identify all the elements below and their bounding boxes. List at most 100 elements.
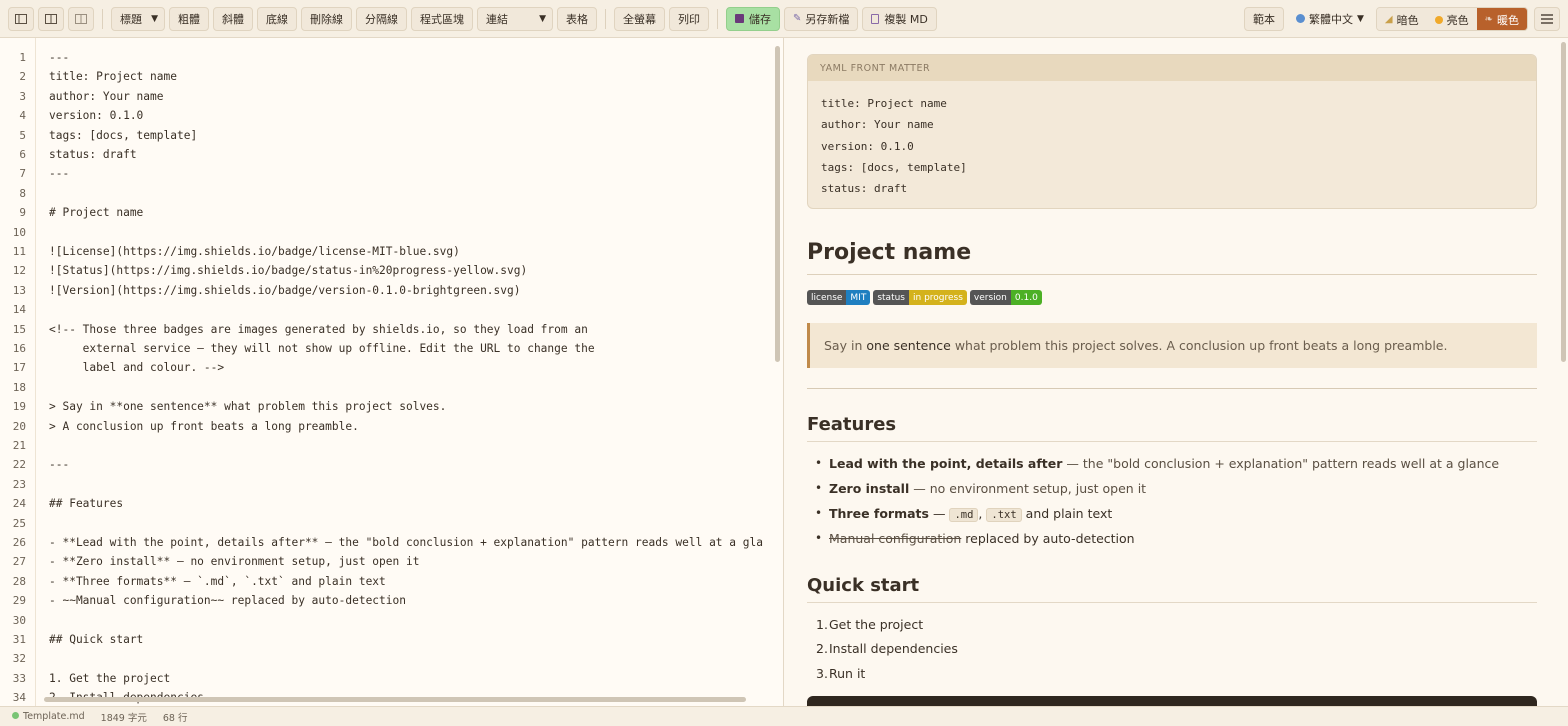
print-button[interactable]: 列印: [669, 6, 709, 31]
theme-warm-button[interactable]: ❧ 暖色: [1476, 7, 1527, 30]
code-line: version: 0.1.0: [49, 109, 144, 123]
features-rule: [807, 441, 1537, 442]
list-item: Zero install — no environment setup, jus…: [829, 481, 1146, 496]
badge-row: license MIT status in progress version 0.1.…: [807, 290, 1042, 305]
copy-md-button[interactable]: 複製 MD: [862, 6, 937, 31]
columns-layout-icon: [75, 13, 87, 24]
code-line: author: Your name: [49, 89, 164, 103]
code-line: ---: [49, 51, 70, 64]
bullet: •: [815, 531, 823, 545]
features-heading: Features: [807, 414, 897, 435]
line-number: 18: [12, 380, 26, 394]
template-button[interactable]: 範本: [1243, 6, 1284, 31]
file-name: Template.md: [23, 711, 85, 722]
code-line: > Say in **one sentence** what problem t…: [49, 400, 447, 414]
code-line: ## Features: [49, 497, 124, 511]
badge-value: in progress: [909, 290, 967, 305]
editor-vertical-scrollbar[interactable]: [775, 46, 780, 362]
theme-light-button[interactable]: 亮色: [1426, 7, 1477, 30]
menu-button[interactable]: [1534, 6, 1560, 31]
theme-warm-label: 暖色: [1497, 13, 1519, 27]
preview-title: Project name: [807, 240, 972, 265]
line-number: 1: [19, 51, 26, 64]
file-status: Template.md: [12, 711, 85, 722]
quickstart-rule: [807, 602, 1537, 603]
line-number: 6: [19, 148, 26, 161]
list-item: Manual configuration replaced by auto-de…: [829, 531, 1135, 546]
list-item-text: replaced by auto-detection: [965, 531, 1135, 546]
quote-text: Say in: [824, 338, 863, 353]
code-line: - **Lead with the point, details after**…: [49, 536, 763, 549]
badge-label: version: [969, 290, 1011, 305]
yaml-line: tags: [docs, template]: [821, 161, 967, 174]
code-line: tags: [docs, template]: [49, 128, 198, 142]
char-count: 1849 字元: [100, 712, 147, 724]
underline-button[interactable]: 底線: [257, 6, 297, 31]
badge-label: status: [873, 290, 909, 305]
list-item-strikethrough: Manual configuration: [829, 531, 962, 546]
toolbar-divider: [717, 8, 718, 29]
code-line: ![Status](https://img.shields.io/badge/s…: [49, 264, 528, 278]
strikethrough-button[interactable]: 刪除線: [301, 6, 352, 31]
floppy-icon: [735, 14, 744, 23]
line-number: 9: [19, 206, 26, 220]
line-number: 21: [12, 439, 26, 452]
line-number: 26: [12, 536, 26, 549]
code-line: ## Quick start: [49, 633, 144, 646]
ordered-list-number: 3.: [816, 666, 828, 681]
layout-split-button[interactable]: [38, 6, 64, 31]
badge-label: license: [807, 290, 847, 305]
chevron-down-icon: ▼: [151, 13, 158, 24]
sidebar-layout-icon: [15, 13, 27, 24]
toolbar-right: 範本 繁體中文 ▼ ◢ 暗色 亮色 ❧ 暖色: [1243, 6, 1560, 31]
save-button[interactable]: 儲存: [726, 6, 780, 31]
theme-dark-button[interactable]: ◢ 暗色: [1376, 7, 1427, 30]
line-number: 4: [19, 109, 26, 123]
horizontal-rule: [807, 388, 1537, 389]
line-number: 20: [12, 419, 26, 433]
code-line: external service — they will not show up…: [49, 342, 595, 355]
line-number: 7: [19, 167, 26, 181]
theme-light-label: 亮色: [1446, 13, 1469, 27]
split-layout-icon: [45, 13, 57, 24]
yaml-line: author: Your name: [821, 118, 934, 131]
code-line: label and colour. -->: [49, 361, 225, 375]
list-item: Lead with the point, details after — the…: [829, 456, 1499, 471]
line-number: 5: [19, 128, 26, 142]
code-line: status: draft: [49, 148, 137, 161]
code-block-button[interactable]: 程式區塊: [411, 6, 473, 31]
line-number: 14: [12, 303, 26, 317]
link-select[interactable]: 連結 ▼: [477, 6, 553, 31]
bold-button[interactable]: 粗體: [169, 6, 209, 31]
line-number: 11: [12, 245, 26, 258]
layout-preview-only-button[interactable]: [68, 6, 94, 31]
table-button[interactable]: 表格: [557, 6, 597, 31]
ordered-list-number: 2.: [816, 641, 828, 656]
language-select[interactable]: 繁體中文 ▼: [1290, 11, 1370, 27]
italic-button[interactable]: 斜體: [213, 6, 253, 31]
editor-horizontal-scrollbar[interactable]: [44, 697, 746, 702]
save-as-button[interactable]: ✎ 另存新檔: [784, 6, 859, 31]
layout-editor-only-button[interactable]: [8, 6, 34, 31]
code-line: # Project name: [49, 206, 144, 220]
ordered-list-item: Install dependencies: [829, 641, 958, 656]
line-number: 30: [12, 613, 26, 627]
divider-button[interactable]: 分隔線: [356, 6, 407, 31]
title-rule: [807, 274, 1537, 275]
yaml-front-matter-box: YAML FRONT MATTER title: Project name au…: [807, 54, 1537, 209]
preview-scrollbar[interactable]: [1561, 42, 1566, 362]
code-line: ![Version](https://img.shields.io/badge/…: [49, 283, 521, 297]
line-number: 16: [12, 342, 26, 355]
list-item: Three formats — .md, .txt and plain text: [829, 506, 1112, 522]
heading-select-label: 標題: [120, 12, 142, 26]
line-number: 15: [12, 322, 26, 336]
bullet: •: [815, 506, 823, 520]
markdown-editor[interactable]: 1 2 3 4 5 6 7 8 9 10 11 12 13 14 15 16 17 18 19 20 21 22 23 24 2…: [0, 38, 784, 706]
line-number: 29: [12, 594, 26, 608]
list-item-text: —: [932, 506, 946, 521]
fullscreen-button[interactable]: 全螢幕: [614, 6, 665, 31]
sun-icon: [1434, 15, 1443, 24]
pen-icon: ✎: [793, 13, 802, 24]
hamburger-icon: [1541, 13, 1553, 24]
heading-select[interactable]: 標題 ▼: [111, 6, 165, 31]
